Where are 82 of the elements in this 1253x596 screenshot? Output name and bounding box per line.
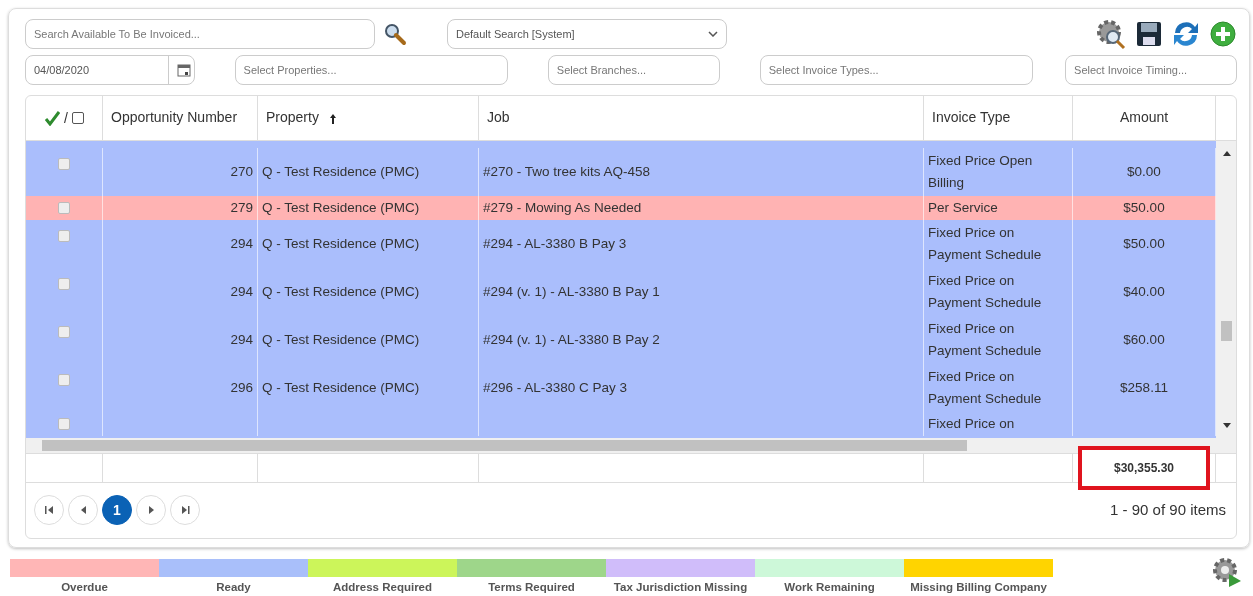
column-header[interactable]: Invoice Type [932, 107, 1011, 128]
table-row[interactable]: 279 Q - Test Residence (PMC) #279 - Mowing As Needed Per Service $50.00 [26, 196, 1216, 220]
legend-label: Missing Billing Company [910, 580, 1047, 595]
column-header: / [64, 108, 68, 128]
table-cell-text: Fixed Price on Payment Schedule [928, 320, 1042, 360]
checkbox[interactable] [58, 202, 70, 214]
table-cell-text: Fixed Price on Payment Schedule [928, 272, 1042, 312]
table-cell-text: Q - Test Residence (PMC) [262, 282, 420, 301]
next-page-icon [146, 506, 156, 514]
add-icon[interactable] [1209, 20, 1237, 48]
table-cell-text: Q - Test Residence (PMC) [262, 162, 420, 181]
legend-label: Tax Jurisdiction Missing [613, 580, 748, 595]
table-cell-text: $60.00 [1123, 330, 1165, 349]
table-cell-text: #279 - Mowing As Needed [483, 198, 642, 217]
table-cell-text: Q - Test Residence (PMC) [262, 198, 420, 217]
vertical-scrollbar[interactable] [1216, 141, 1236, 438]
checkbox[interactable] [58, 326, 70, 338]
total-amount: $30,355.30 [1079, 448, 1209, 488]
table-cell-text: #296 - AL-3380 C Pay 3 [483, 378, 628, 397]
search-field[interactable]: Search Available To Be Invoiced... [25, 19, 375, 49]
table-cell-text: Fixed Price Open Billing [928, 152, 1033, 192]
date-field[interactable]: 04/08/2020 [25, 55, 195, 85]
checkbox[interactable] [58, 230, 70, 242]
table-cell-text: $40.00 [1123, 282, 1165, 301]
saved-search-dropdown[interactable]: Default Search [System] [447, 19, 727, 49]
table-cell-text: #294 (v. 1) - AL-3380 B Pay 1 [483, 282, 660, 301]
table-cell-text: 279 [230, 198, 253, 217]
checkbox[interactable] [58, 374, 70, 386]
calendar-icon[interactable] [177, 63, 191, 77]
legend-label: Ready [216, 580, 251, 595]
gear-search-icon[interactable] [1095, 18, 1127, 50]
column-header[interactable]: Amount [1119, 107, 1169, 128]
table-cell-text: Fixed Price on Payment Schedule [928, 224, 1042, 264]
checkbox[interactable] [58, 158, 70, 170]
table-cell-text: Per Service [928, 199, 998, 217]
check-all-icon[interactable] [44, 110, 61, 126]
first-page-icon [44, 506, 54, 514]
first-page-button[interactable] [34, 495, 64, 525]
chevron-down-icon [708, 31, 718, 37]
checkbox[interactable] [58, 278, 70, 290]
table-cell-text: $0.00 [1127, 162, 1161, 181]
scroll-up-icon [1223, 151, 1231, 156]
table-cell-text: #270 - Two tree kits AQ-458 [483, 162, 651, 181]
legend-label: Work Remaining [784, 580, 875, 595]
table-cell-text: #294 - AL-3380 B Pay 3 [483, 234, 627, 253]
table-cell-text: $50.00 [1123, 198, 1165, 217]
horizontal-scrollbar[interactable] [26, 438, 1236, 453]
table-cell-text: Q - Test Residence (PMC) [262, 234, 420, 253]
checkbox[interactable] [71, 112, 84, 124]
column-header[interactable]: Opportunity Number [111, 107, 238, 128]
checkbox[interactable] [58, 418, 70, 430]
column-header[interactable]: Property [266, 107, 319, 128]
page-button[interactable]: 1 [102, 495, 132, 525]
legend-label: Overdue [61, 580, 108, 595]
table-cell-text: 294 [230, 282, 253, 301]
table-cell-text: $50.00 [1123, 234, 1165, 253]
save-icon[interactable] [1135, 20, 1163, 48]
scroll-thumb[interactable] [42, 440, 967, 451]
filter-field[interactable]: Select Branches... [547, 55, 720, 85]
column-header[interactable]: Job [487, 107, 510, 128]
table-cell-text: Q - Test Residence (PMC) [262, 330, 420, 349]
search-icon[interactable] [383, 22, 407, 46]
legend-label: Terms Required [488, 580, 575, 595]
last-page-icon [180, 506, 190, 514]
filter-field[interactable]: Select Invoice Timing... [1065, 55, 1237, 85]
table-cell-text: 296 [230, 378, 253, 397]
table-cell-text: Fixed Price on Payment Schedule [928, 368, 1042, 408]
filter-field[interactable]: Select Properties... [234, 55, 508, 85]
table-cell-text: Fixed Price on [928, 415, 1015, 433]
table-cell-text: Q - Test Residence (PMC) [262, 378, 420, 397]
table-cell-text: 294 [230, 330, 253, 349]
scroll-down-icon [1223, 423, 1231, 428]
legend-label: Address Required [332, 580, 433, 595]
table-cell-text: 270 [230, 162, 253, 181]
table-cell-text: 294 [230, 234, 253, 253]
refresh-icon[interactable] [1171, 19, 1201, 49]
table-cell-text: $258.11 [1120, 378, 1168, 397]
pager-summary: 1 - 90 of 90 items [1110, 499, 1226, 520]
last-page-button[interactable] [170, 495, 200, 525]
table-cell-text: #294 (v. 1) - AL-3380 B Pay 2 [483, 330, 660, 349]
filter-field[interactable]: Select Invoice Types... [759, 55, 1034, 85]
scroll-thumb[interactable] [1221, 321, 1232, 341]
